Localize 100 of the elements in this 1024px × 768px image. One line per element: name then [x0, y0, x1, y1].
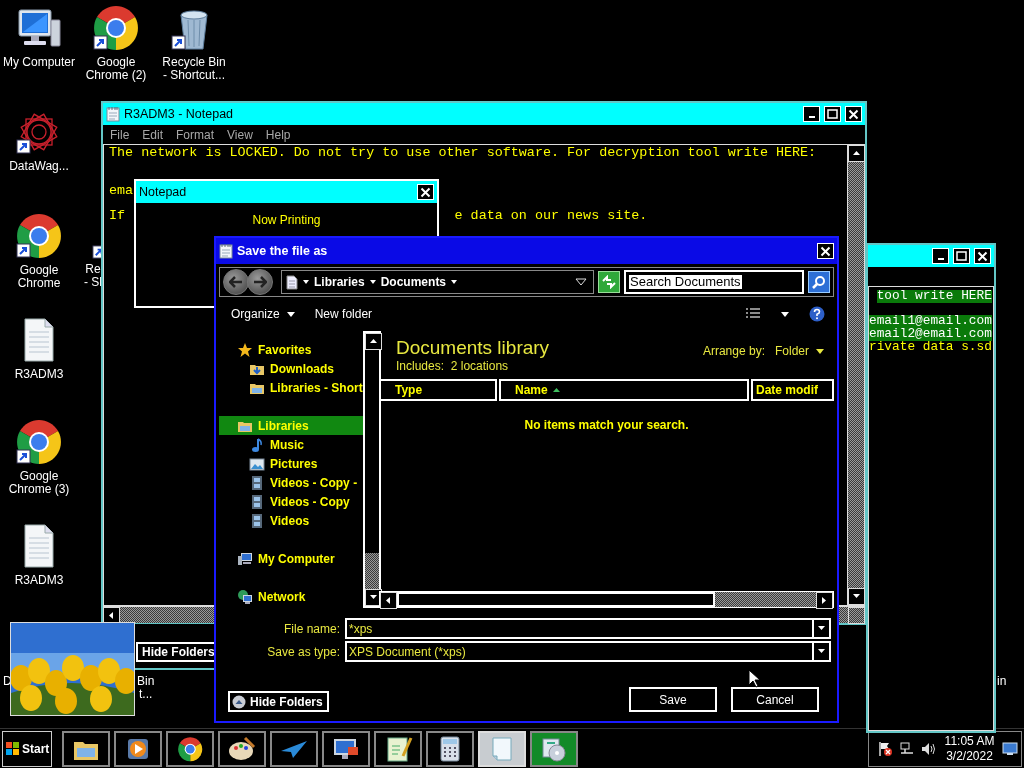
- window-title: Notepad: [139, 185, 188, 199]
- search-button[interactable]: [808, 271, 830, 293]
- column-header[interactable]: Date modif: [751, 379, 834, 401]
- dropdown-icon[interactable]: [575, 278, 587, 286]
- breadcrumb-item[interactable]: Documents: [380, 275, 447, 289]
- icon-label: Google Chrome (2): [85, 56, 147, 82]
- breadcrumb-item[interactable]: Libraries: [314, 275, 365, 289]
- maximize-button[interactable]: [824, 106, 841, 122]
- network-icon[interactable]: [899, 740, 915, 757]
- back-arrow-icon: [229, 276, 243, 288]
- menu-item[interactable]: Help: [265, 127, 291, 142]
- text-line: rivate data s.sd: [869, 340, 992, 354]
- menu-item[interactable]: Format: [176, 127, 215, 142]
- nav-item[interactable]: Libraries - Short: [219, 378, 363, 397]
- clock[interactable]: 11:05 AM 3/2/2022: [943, 733, 996, 764]
- taskbar-button[interactable]: [218, 730, 266, 767]
- nav-item[interactable]: Network: [219, 587, 363, 606]
- close-icon: [847, 108, 860, 120]
- taskbar-button[interactable]: [374, 730, 422, 767]
- arrange-label: Arrange by:: [702, 344, 765, 358]
- nav-item[interactable]: Pictures: [219, 454, 363, 473]
- taskbar-button[interactable]: [270, 730, 318, 767]
- forward-arrow-icon: [253, 276, 267, 288]
- nav-item[interactable]: Favorites: [219, 340, 363, 359]
- text-line: e data on our news site.: [454, 210, 648, 224]
- menu-item[interactable]: Edit: [142, 127, 164, 142]
- text-line: If: [109, 210, 126, 224]
- minimize-icon: [808, 116, 815, 118]
- film-icon: [249, 512, 265, 529]
- column-header[interactable]: Name: [499, 379, 749, 401]
- menu-item[interactable]: View: [227, 127, 253, 142]
- menu-item[interactable]: File: [110, 127, 130, 142]
- arrow-right-icon: [820, 596, 829, 605]
- taskbar-button[interactable]: [166, 730, 214, 767]
- nav-item[interactable]: Videos - Copy -: [219, 473, 363, 492]
- start-button[interactable]: Start: [2, 730, 52, 767]
- arrow-up-icon: [368, 337, 378, 346]
- icon-label: in: [997, 675, 1007, 688]
- column-header[interactable]: Type: [379, 379, 497, 401]
- caret-icon: [286, 311, 295, 317]
- forward-button[interactable]: [247, 269, 273, 295]
- combo-field[interactable]: *xps: [345, 618, 831, 639]
- taskbar-button[interactable]: [426, 730, 474, 767]
- show-desktop-icon[interactable]: [1002, 741, 1018, 756]
- address-bar[interactable]: Libraries Documents: [281, 270, 594, 294]
- search-field[interactable]: Search Documents: [624, 270, 804, 294]
- collapse-icon: [232, 694, 246, 709]
- scrollbar[interactable]: [847, 145, 864, 605]
- scrollbar-thumb[interactable]: [397, 592, 715, 607]
- maximize-button[interactable]: [953, 248, 970, 264]
- back-button[interactable]: [223, 269, 249, 295]
- hide-folders-button[interactable]: Hide Folders: [228, 691, 329, 712]
- minimize-button[interactable]: [932, 248, 949, 264]
- close-button[interactable]: [817, 243, 834, 259]
- taskbar-button[interactable]: [114, 730, 162, 767]
- empty-message: No items match your search.: [524, 418, 689, 432]
- minimize-button[interactable]: [803, 106, 820, 122]
- dialog-button[interactable]: Cancel: [731, 687, 819, 712]
- arrange-dropdown[interactable]: Folder: [775, 344, 830, 358]
- text-line: ema: [109, 185, 134, 198]
- help-icon[interactable]: [809, 306, 825, 322]
- nav-item[interactable]: Downloads: [219, 359, 363, 378]
- scroll-down-button[interactable]: [848, 588, 865, 605]
- close-button[interactable]: [974, 248, 991, 264]
- view-list-icon[interactable]: [745, 307, 761, 321]
- nav-item[interactable]: My Computer: [219, 549, 363, 568]
- field-label: File name:: [282, 621, 340, 636]
- chrome-icon[interactable]: [15, 212, 63, 260]
- toolbar-button[interactable]: Organize: [231, 307, 295, 321]
- arrow-left-icon: [107, 611, 116, 620]
- toolbar-button[interactable]: New folder: [314, 307, 373, 321]
- arrow-down-icon: [368, 593, 378, 602]
- taskbar-button[interactable]: [322, 730, 370, 767]
- close-button[interactable]: [417, 184, 434, 200]
- status-text: Now Printing: [252, 214, 321, 227]
- refresh-button[interactable]: [598, 271, 620, 293]
- icon-label: R3ADM3: [14, 574, 64, 587]
- close-icon: [419, 186, 432, 198]
- field-label: Save as type:: [266, 644, 340, 659]
- scroll-up-button[interactable]: [848, 145, 865, 162]
- nav-item[interactable]: Music: [219, 435, 363, 454]
- size-grip[interactable]: [848, 607, 865, 624]
- taskbar-button[interactable]: [530, 730, 578, 767]
- arrow-up-icon: [852, 149, 861, 158]
- chrome-icon[interactable]: [15, 418, 63, 466]
- chrome-icon[interactable]: [92, 4, 140, 52]
- nav-item[interactable]: Libraries: [219, 416, 363, 435]
- nav-item[interactable]: Videos: [219, 511, 363, 530]
- nav-item[interactable]: Videos - Copy: [219, 492, 363, 511]
- combo-field[interactable]: XPS Document (*xps): [345, 641, 831, 662]
- icon-label: R3ADM3: [14, 368, 64, 381]
- dialog-button[interactable]: Save: [629, 687, 717, 712]
- scroll-up-button[interactable]: [364, 333, 382, 350]
- scroll-right-button[interactable]: [816, 592, 833, 609]
- taskbar-button[interactable]: [62, 730, 110, 767]
- flag-icon[interactable]: [877, 740, 893, 757]
- chevron-icon: [451, 279, 458, 285]
- mouse-pointer-icon: [748, 669, 760, 688]
- scroll-left-button[interactable]: [380, 592, 397, 609]
- close-button[interactable]: [845, 106, 862, 122]
